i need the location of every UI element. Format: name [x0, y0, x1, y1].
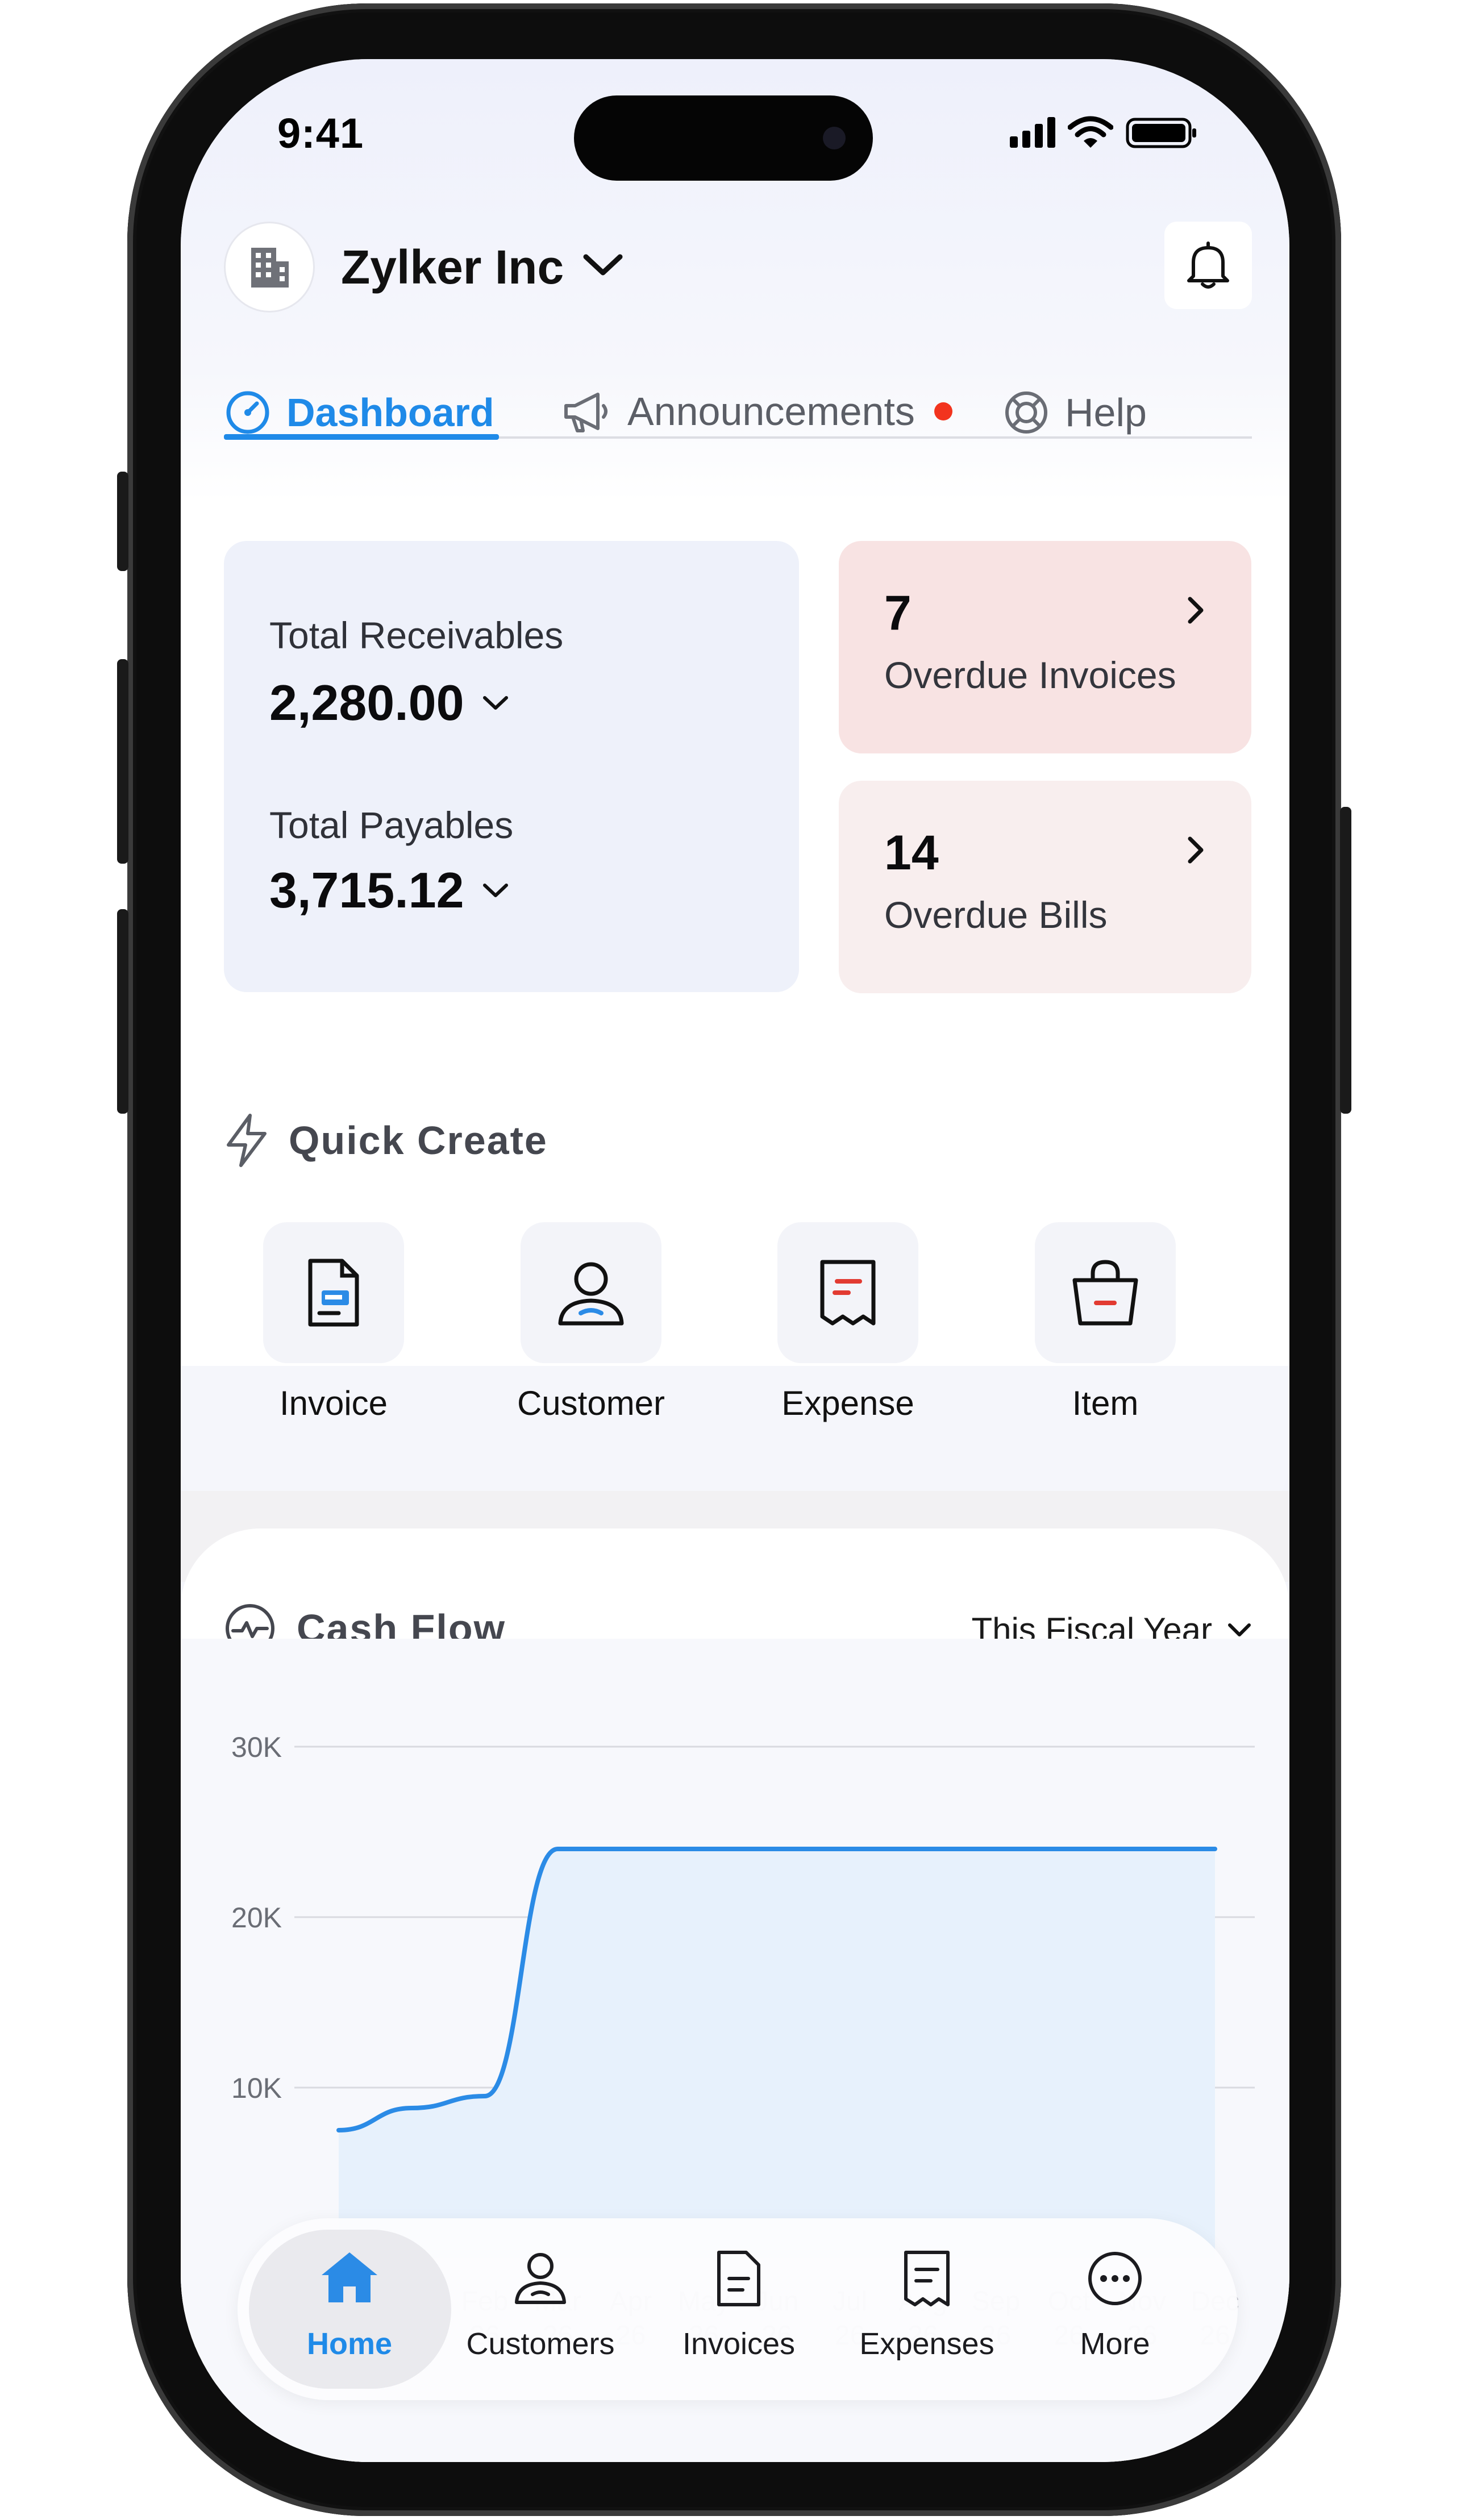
phone-power-button [1340, 807, 1351, 1114]
quick-create-expense-tile [777, 1222, 918, 1363]
quick-create-customer-tile [521, 1222, 661, 1363]
nav-home-icon-wrap [253, 2249, 446, 2311]
overdue-bills-count: 14 [884, 826, 939, 880]
phone-volume-up-button [117, 659, 128, 864]
overdue-bills-label: Overdue Bills [884, 894, 1108, 936]
unread-dot [934, 402, 952, 420]
y-tick-label: 30K [231, 1731, 282, 1763]
status-time: 9:41 [277, 110, 364, 157]
nav-home-label: Home [306, 2327, 393, 2361]
phone-screen: 9:41 Zylker Inc Dashboard Announcements … [181, 59, 1289, 2462]
expenses-icon [904, 2251, 950, 2306]
tab-announcements-label: Announcements [627, 389, 915, 434]
quick-create-label: Quick Create [289, 1118, 548, 1163]
dynamic-island [574, 95, 873, 181]
invoices-icon [717, 2251, 760, 2306]
nav-more[interactable]: More [1018, 2218, 1212, 2400]
front-camera [823, 127, 846, 149]
wifi-icon [1068, 116, 1113, 148]
more-icon [1088, 2252, 1142, 2305]
expense-icon [820, 1260, 876, 1326]
cash-flow-area [339, 1849, 1215, 2258]
building-icon [251, 248, 289, 288]
total-receivables-amount: 2,280.00 [269, 674, 464, 731]
nav-customers[interactable]: Customers [444, 2218, 637, 2400]
overdue-invoices-label: Overdue Invoices [884, 654, 1176, 696]
tab-announcements[interactable]: Announcements [561, 389, 952, 434]
cellular-signal-icon [1010, 117, 1055, 148]
chevron-right-icon [1188, 597, 1204, 624]
total-payables-amount: 3,715.12 [269, 862, 464, 918]
invoice-icon [308, 1259, 359, 1327]
nav-home[interactable]: Home [253, 2218, 446, 2400]
gauge-icon [226, 391, 269, 434]
nav-more-label: More [1080, 2327, 1150, 2361]
nav-invoices-label: Invoices [682, 2327, 796, 2361]
nav-invoices[interactable]: Invoices [642, 2218, 835, 2400]
company-avatar[interactable] [224, 222, 315, 313]
quick-create-invoice-label: Invoice [279, 1384, 388, 1422]
battery-icon [1126, 118, 1196, 148]
status-icons [1010, 116, 1198, 149]
customer-icon [558, 1262, 624, 1326]
phone-action-button [117, 472, 128, 571]
overdue-invoices-count: 7 [884, 586, 912, 640]
notifications-button[interactable] [1164, 222, 1252, 309]
tab-help[interactable]: Help [1002, 389, 1147, 436]
chevron-down-icon[interactable] [581, 252, 625, 278]
tab-dashboard-label: Dashboard [286, 390, 494, 435]
customers-icon [515, 2253, 566, 2304]
item-bag-icon [1072, 1260, 1138, 1326]
total-payables-value[interactable]: 3,715.12 [269, 861, 510, 919]
y-tick-label: 20K [231, 1902, 282, 1934]
quick-create-title: Quick Create [224, 1113, 548, 1168]
total-receivables-value[interactable]: 2,280.00 [269, 674, 510, 732]
phone-volume-down-button [117, 909, 128, 1114]
lightning-icon [227, 1114, 267, 1167]
total-receivables-label: Total Receivables [269, 614, 564, 656]
total-payables-label: Total Payables [269, 804, 514, 846]
tab-dashboard[interactable]: Dashboard [224, 389, 494, 436]
bottom-navigation: Home Customers Invoices Expenses More [238, 2218, 1238, 2400]
quick-create-expense[interactable]: Expense [763, 1222, 933, 1423]
quick-create-invoice[interactable]: Invoice [248, 1222, 419, 1423]
quick-create-item-label: Item [1072, 1384, 1139, 1422]
nav-customers-label: Customers [466, 2327, 615, 2361]
quick-create-invoice-tile [263, 1222, 404, 1363]
dashboard-tabs: Dashboard Announcements Help [224, 389, 1252, 440]
chevron-down-icon [1228, 1623, 1251, 1636]
quick-create-expense-label: Expense [781, 1384, 914, 1422]
megaphone-icon [564, 393, 607, 432]
tab-help-label: Help [1065, 390, 1147, 435]
overdue-invoices-card[interactable]: 7 Overdue Invoices [839, 541, 1251, 753]
overdue-bills-card[interactable]: 14 Overdue Bills [839, 781, 1251, 993]
quick-create-item-tile [1035, 1222, 1176, 1363]
chevron-down-icon [482, 696, 508, 710]
nav-expenses[interactable]: Expenses [830, 2218, 1023, 2400]
totals-card: Total Receivables 2,280.00 Total Payable… [224, 541, 799, 992]
quick-create-item[interactable]: Item [1020, 1222, 1191, 1423]
nav-invoices-icon-wrap [642, 2249, 835, 2311]
bell-icon [1187, 241, 1229, 289]
quick-create-customer[interactable]: Customer [506, 1222, 676, 1423]
active-tab-indicator [224, 434, 499, 440]
nav-more-icon-wrap [1018, 2249, 1212, 2311]
nav-expenses-icon-wrap [830, 2249, 1023, 2311]
quick-create-customer-label: Customer [517, 1384, 665, 1422]
lifebuoy-icon [1005, 391, 1047, 434]
chevron-down-icon [482, 884, 508, 897]
company-switcher[interactable]: Zylker Inc [341, 240, 564, 295]
home-icon [322, 2252, 377, 2302]
y-tick-label: 10K [231, 2072, 282, 2104]
nav-expenses-label: Expenses [859, 2327, 994, 2361]
nav-customers-icon-wrap [444, 2249, 637, 2311]
chevron-right-icon [1188, 836, 1204, 864]
